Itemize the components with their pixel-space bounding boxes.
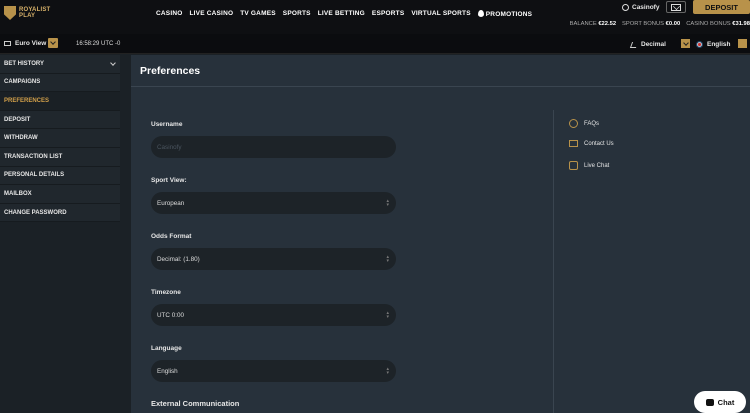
sidebar-item-campaigns[interactable]: CAMPAIGNS bbox=[0, 73, 120, 93]
sidebar-item-personal-details[interactable]: PERSONAL DETAILS bbox=[0, 166, 120, 186]
sidebar-item-withdraw[interactable]: WITHDRAW bbox=[0, 129, 120, 148]
settings-bar: Euro View 16:58:29 UTC -0 Decimal Englis… bbox=[0, 34, 750, 54]
nav-promotions[interactable]: PROMOTIONS bbox=[477, 10, 533, 18]
odds-dropdown-button[interactable] bbox=[681, 39, 690, 48]
page-title: Preferences bbox=[140, 65, 201, 77]
flame-icon bbox=[477, 10, 484, 17]
language-select[interactable]: English ▴ ▾ bbox=[151, 360, 396, 382]
preferences-panel: Preferences Username Casinofy Sport View… bbox=[131, 55, 750, 413]
language-field-label: Language bbox=[151, 345, 182, 352]
chat-icon bbox=[705, 398, 714, 406]
casino-bonus: CASINO BONUS €31.98 bbox=[686, 21, 750, 27]
envelope-icon bbox=[671, 3, 681, 11]
nav-sports[interactable]: SPORTS bbox=[283, 10, 311, 18]
nav-live-casino[interactable]: LIVE CASINO bbox=[189, 10, 233, 18]
envelope-icon bbox=[569, 140, 578, 147]
odds-icon bbox=[629, 41, 639, 48]
deposit-button[interactable]: DEPOSIT bbox=[693, 0, 750, 14]
brand-logo[interactable]: ROYALIST PLAY bbox=[4, 6, 50, 20]
clock: 16:58:29 UTC -0 bbox=[76, 41, 121, 47]
language-label: English bbox=[707, 41, 731, 48]
view-selector[interactable]: Euro View bbox=[4, 40, 46, 47]
brand-name-line2: PLAY bbox=[19, 13, 36, 19]
odds-format-select[interactable]: Decimal: (1.80) ▴ ▾ bbox=[151, 248, 396, 270]
balance: BALANCE €22.52 bbox=[569, 21, 617, 27]
monitor-icon bbox=[4, 41, 11, 46]
sidebar-item-mailbox[interactable]: MAILBOX bbox=[0, 185, 120, 204]
select-arrows-icon: ▴ ▾ bbox=[386, 310, 389, 320]
nav-tv-games[interactable]: TV GAMES bbox=[240, 10, 276, 18]
select-arrows-icon: ▴ ▾ bbox=[386, 366, 389, 376]
uk-flag-icon bbox=[696, 41, 703, 48]
user-menu[interactable]: Casinofy bbox=[622, 4, 659, 11]
select-arrows-icon: ▴ ▾ bbox=[386, 198, 389, 208]
language-dropdown-button[interactable] bbox=[738, 39, 747, 48]
sidebar-item-deposit[interactable]: DEPOSIT bbox=[0, 110, 120, 130]
live-chat-link[interactable]: Live Chat bbox=[569, 161, 609, 170]
account-sidebar: BET HISTORY CAMPAIGNS PREFERENCES DEPOSI… bbox=[0, 55, 120, 223]
sport-bonus: SPORT BONUS €0.00 bbox=[622, 21, 681, 27]
nav-casino[interactable]: CASINO bbox=[156, 10, 182, 18]
divider bbox=[131, 86, 750, 87]
nav-virtual-sports[interactable]: VIRTUAL SPORTS bbox=[411, 10, 470, 18]
sidebar-item-transaction-list[interactable]: TRANSACTION LIST bbox=[0, 147, 120, 167]
odds-format-label: Odds Format bbox=[151, 233, 192, 240]
username-field[interactable]: Casinofy bbox=[151, 136, 396, 158]
sidebar-item-preferences[interactable]: PREFERENCES bbox=[0, 92, 120, 111]
chat-widget-button[interactable]: Chat bbox=[694, 391, 746, 413]
mailbox-button[interactable] bbox=[666, 1, 686, 13]
chat-bubble-icon bbox=[569, 161, 578, 170]
external-communication-heading: External Communication bbox=[151, 399, 240, 408]
top-nav-bar: ROYALIST PLAY CASINO LIVE CASINO TV GAME… bbox=[0, 0, 750, 34]
username-label: Username bbox=[151, 121, 183, 128]
balances: BALANCE €22.52 SPORT BONUS €0.00 CASINO … bbox=[570, 21, 750, 27]
nav-esports[interactable]: ESPORTS bbox=[372, 10, 404, 18]
sport-view-label: Sport View: bbox=[151, 177, 187, 184]
username-label: Casinofy bbox=[632, 4, 660, 11]
crown-logo-icon bbox=[4, 6, 16, 20]
select-arrows-icon: ▴ ▾ bbox=[386, 254, 389, 264]
odds-format-selector[interactable]: Decimal bbox=[629, 41, 666, 48]
divider bbox=[553, 110, 554, 413]
main-nav: CASINO LIVE CASINO TV GAMES SPORTS LIVE … bbox=[156, 10, 532, 18]
user-icon bbox=[622, 4, 629, 11]
view-dropdown-button[interactable] bbox=[48, 38, 58, 48]
nav-live-betting[interactable]: LIVE BETTING bbox=[318, 10, 365, 18]
chevron-down-icon bbox=[110, 60, 116, 66]
nav-promotions-label: PROMOTIONS bbox=[485, 11, 533, 18]
language-selector[interactable]: English bbox=[696, 41, 730, 48]
info-icon bbox=[569, 119, 578, 128]
contact-us-link[interactable]: Contact Us bbox=[569, 140, 614, 147]
sidebar-item-change-password[interactable]: CHANGE PASSWORD bbox=[0, 203, 120, 223]
sport-view-select[interactable]: European ▴ ▾ bbox=[151, 192, 396, 214]
odds-format-label: Decimal bbox=[641, 41, 666, 48]
view-label: Euro View bbox=[15, 40, 47, 47]
timezone-label: Timezone bbox=[151, 289, 181, 296]
faqs-link[interactable]: FAQs bbox=[569, 119, 599, 128]
timezone-select[interactable]: UTC 0:00 ▴ ▾ bbox=[151, 304, 396, 326]
sidebar-item-bet-history[interactable]: BET HISTORY bbox=[0, 55, 120, 74]
